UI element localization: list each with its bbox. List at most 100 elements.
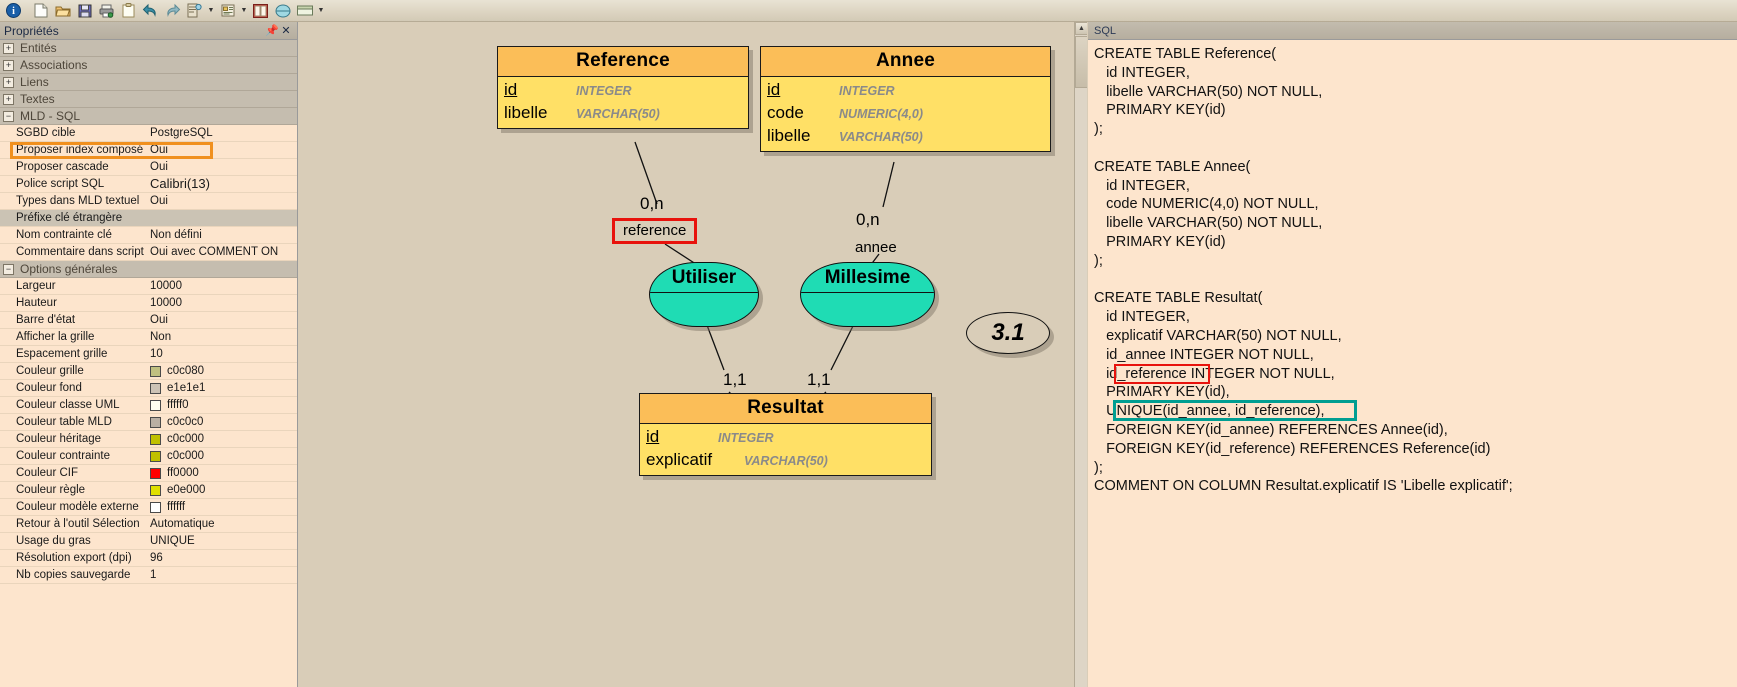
group-textes[interactable]: + Textes: [0, 91, 297, 108]
close-icon[interactable]: ✕: [279, 24, 293, 38]
property-row-couleur-cif[interactable]: Couleur CIF ff0000: [0, 465, 297, 482]
property-row-nb-copies-sauvegarde[interactable]: Nb copies sauvegarde 1: [0, 567, 297, 584]
expander-icon[interactable]: +: [3, 42, 14, 54]
property-row-retour-l-outil-s-lection[interactable]: Retour à l'outil Sélection Automatique: [0, 516, 297, 533]
save-icon[interactable]: [74, 1, 95, 20]
generate-script-icon[interactable]: [217, 1, 238, 20]
property-value[interactable]: Oui: [145, 312, 297, 328]
property-row-types-dans-mld-textuel[interactable]: Types dans MLD textuel Oui: [0, 193, 297, 210]
property-value[interactable]: 96: [145, 550, 297, 566]
property-row-couleur-table-mld[interactable]: Couleur table MLD c0c0c0: [0, 414, 297, 431]
property-row-usage-du-gras[interactable]: Usage du gras UNIQUE: [0, 533, 297, 550]
property-value[interactable]: ff0000: [145, 465, 297, 481]
property-row-police-script-sql[interactable]: Police script SQL Calibri(13): [0, 176, 297, 193]
property-row-sgbd-cible[interactable]: SGBD cible PostgreSQL: [0, 125, 297, 142]
toolbar-overflow-arrow-icon[interactable]: ▼: [316, 1, 326, 20]
property-value[interactable]: c0c0c0: [145, 414, 297, 430]
property-row-couleur-grille[interactable]: Couleur grille c0c080: [0, 363, 297, 380]
color-swatch[interactable]: [150, 365, 161, 377]
property-row-nom-contrainte-cle[interactable]: Nom contrainte clé Non défini: [0, 227, 297, 244]
property-row-hauteur[interactable]: Hauteur 10000: [0, 295, 297, 312]
link-label-annee[interactable]: annee: [855, 239, 897, 256]
property-value[interactable]: Automatique: [145, 516, 297, 532]
group-liens[interactable]: + Liens: [0, 74, 297, 91]
color-swatch[interactable]: [150, 399, 161, 411]
properties-list[interactable]: + Entités + Associations + Liens + Texte…: [0, 40, 297, 687]
property-row-couleur-fond[interactable]: Couleur fond e1e1e1: [0, 380, 297, 397]
clipboard-icon[interactable]: [118, 1, 139, 20]
entity-resultat[interactable]: Resultat id INTEGER explicatif VARCHAR(5…: [639, 393, 932, 476]
property-value[interactable]: e0e000: [145, 482, 297, 498]
rectangle-tool-icon[interactable]: [294, 1, 315, 20]
info-icon[interactable]: i: [3, 1, 24, 20]
diagram-marker-3-1[interactable]: 3.1: [966, 312, 1050, 354]
expander-icon[interactable]: +: [3, 76, 14, 88]
property-row-barre-d-tat[interactable]: Barre d'état Oui: [0, 312, 297, 329]
link-label-reference[interactable]: reference: [612, 218, 698, 244]
property-value[interactable]: c0c000: [145, 448, 297, 464]
color-swatch[interactable]: [150, 484, 161, 496]
color-swatch[interactable]: [150, 433, 161, 445]
relation-utiliser[interactable]: Utiliser: [649, 262, 759, 327]
print-icon[interactable]: [96, 1, 117, 20]
property-value[interactable]: 10000: [145, 278, 297, 294]
property-row-couleur-mod-le-externe[interactable]: Couleur modèle externe ffffff: [0, 499, 297, 516]
collapser-icon[interactable]: −: [3, 110, 14, 122]
property-value[interactable]: Non: [145, 329, 297, 345]
property-row-largeur[interactable]: Largeur 10000: [0, 278, 297, 295]
entity-reference[interactable]: Reference id INTEGER libelle VARCHAR(50): [497, 46, 749, 129]
redo-icon[interactable]: [162, 1, 183, 20]
property-row-proposer-index-compose[interactable]: Proposer index composé Oui: [0, 142, 297, 159]
property-row-commentaire-dans-script[interactable]: Commentaire dans script Oui avec COMMENT…: [0, 244, 297, 261]
property-value[interactable]: 10000: [145, 295, 297, 311]
group-associations[interactable]: + Associations: [0, 57, 297, 74]
color-swatch[interactable]: [150, 416, 161, 428]
generate-mld-dropdown-arrow-icon[interactable]: ▼: [206, 1, 216, 20]
group-mld-sql[interactable]: − MLD - SQL: [0, 108, 297, 125]
property-value[interactable]: e1e1e1: [145, 380, 297, 396]
undo-icon[interactable]: [140, 1, 161, 20]
entity-annee[interactable]: Annee id INTEGER code NUMERIC(4,0) libel…: [760, 46, 1051, 152]
new-file-icon[interactable]: [30, 1, 51, 20]
diagram-canvas[interactable]: Reference id INTEGER libelle VARCHAR(50)…: [299, 22, 1087, 687]
property-value[interactable]: Calibri(13): [145, 176, 297, 192]
property-row-prefixe-cle-etrangere[interactable]: Préfixe clé étrangère: [0, 210, 297, 227]
sql-script-text[interactable]: CREATE TABLE Reference( id INTEGER, libe…: [1088, 40, 1737, 496]
color-swatch[interactable]: [150, 382, 161, 394]
property-value[interactable]: Oui avec COMMENT ON: [145, 244, 297, 260]
property-row-couleur-contrainte[interactable]: Couleur contrainte c0c000: [0, 448, 297, 465]
color-swatch[interactable]: [150, 501, 161, 513]
property-value[interactable]: Non défini: [145, 227, 297, 243]
property-row-couleur-r-gle[interactable]: Couleur règle e0e000: [0, 482, 297, 499]
scroll-up-button[interactable]: ▲: [1075, 22, 1087, 35]
property-value[interactable]: Oui: [145, 193, 297, 209]
expander-icon[interactable]: +: [3, 59, 14, 71]
property-value[interactable]: 1: [145, 567, 297, 583]
color-swatch[interactable]: [150, 450, 161, 462]
collapser-icon[interactable]: −: [3, 263, 14, 275]
property-value[interactable]: ffffff: [145, 499, 297, 515]
color-swatch[interactable]: [150, 467, 161, 479]
property-value[interactable]: Oui: [145, 142, 297, 158]
property-value[interactable]: c0c000: [145, 431, 297, 447]
property-row-couleur-classe-uml[interactable]: Couleur classe UML fffff0: [0, 397, 297, 414]
property-value[interactable]: c0c080: [145, 363, 297, 379]
property-row-r-solution-export-dpi[interactable]: Résolution export (dpi) 96: [0, 550, 297, 567]
pin-icon[interactable]: 📌: [265, 24, 279, 38]
property-row-afficher-la-grille[interactable]: Afficher la grille Non: [0, 329, 297, 346]
open-folder-icon[interactable]: [52, 1, 73, 20]
group-entites[interactable]: + Entités: [0, 40, 297, 57]
book-icon[interactable]: [250, 1, 271, 20]
scroll-thumb[interactable]: [1075, 36, 1087, 88]
generate-script-dropdown-arrow-icon[interactable]: ▼: [239, 1, 249, 20]
property-value[interactable]: Oui: [145, 159, 297, 175]
property-value[interactable]: UNIQUE: [145, 533, 297, 549]
group-options-generales[interactable]: − Options générales: [0, 261, 297, 278]
property-row-espacement-grille[interactable]: Espacement grille 10: [0, 346, 297, 363]
ellipse-tool-icon[interactable]: [272, 1, 293, 20]
relation-millesime[interactable]: Millesime: [800, 262, 935, 327]
property-row-proposer-cascade[interactable]: Proposer cascade Oui: [0, 159, 297, 176]
property-value[interactable]: PostgreSQL: [145, 125, 297, 141]
property-row-couleur-h-ritage[interactable]: Couleur héritage c0c000: [0, 431, 297, 448]
generate-mld-icon[interactable]: [184, 1, 205, 20]
